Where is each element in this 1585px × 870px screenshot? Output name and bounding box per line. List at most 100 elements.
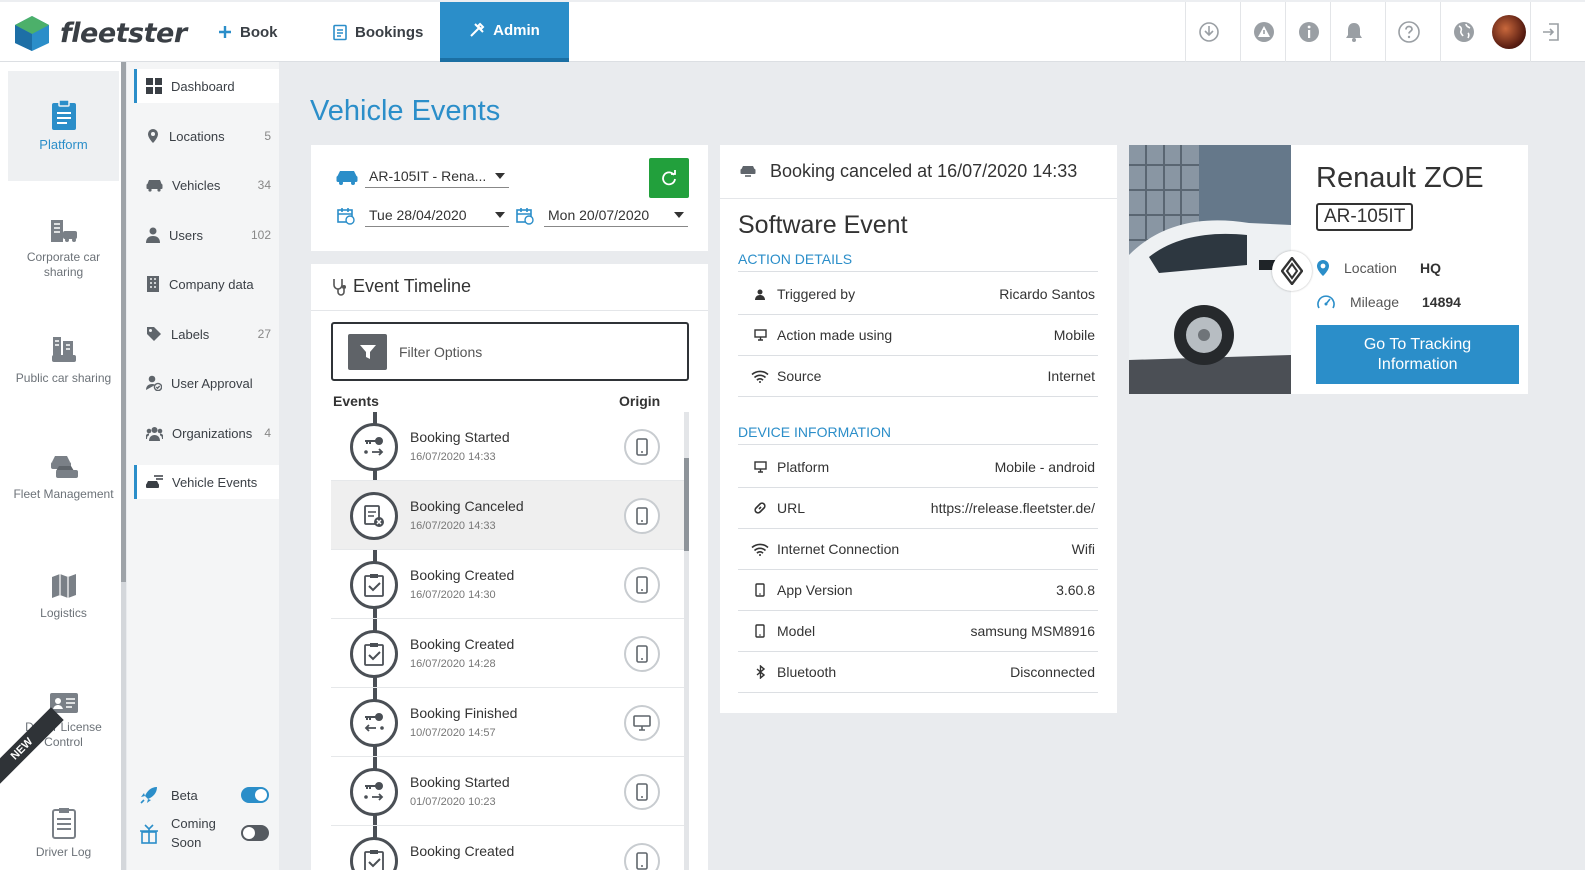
user-icon bbox=[146, 227, 160, 243]
group-icon bbox=[146, 426, 163, 441]
avatar bbox=[1492, 15, 1526, 49]
stethoscope-icon bbox=[333, 278, 346, 296]
download-icon[interactable] bbox=[1185, 2, 1231, 62]
detail-label: Source bbox=[777, 368, 822, 384]
filter-options-label: Filter Options bbox=[399, 343, 483, 360]
filter-options-button[interactable]: Filter Options bbox=[331, 322, 689, 381]
grid-icon bbox=[146, 78, 162, 94]
detail-label: URL bbox=[777, 500, 806, 516]
rail-scrollbar[interactable] bbox=[121, 62, 126, 870]
logout-icon[interactable] bbox=[1530, 2, 1570, 62]
nav-book[interactable]: Book bbox=[218, 2, 278, 62]
submenu-item-vehicle-events[interactable]: Vehicle Events bbox=[134, 465, 279, 499]
nav-bookings-label: Bookings bbox=[355, 23, 424, 41]
date-from-select[interactable]: Tue 28/04/2020 bbox=[365, 203, 509, 227]
fleetster-logo[interactable]: fleetster bbox=[12, 14, 187, 52]
date-to-select[interactable]: Mon 20/07/2020 bbox=[544, 203, 688, 227]
brand-name: fleetster bbox=[60, 17, 187, 49]
avatar-button[interactable] bbox=[1486, 2, 1532, 62]
submenu-item-dashboard[interactable]: Dashboard bbox=[134, 69, 279, 103]
mobile-icon bbox=[624, 567, 660, 603]
info-icon[interactable] bbox=[1285, 2, 1331, 62]
event-row[interactable]: Booking Created bbox=[331, 826, 685, 870]
event-name: Booking Created bbox=[410, 636, 515, 652]
submenu-item-vehicles[interactable]: Vehicles 34 bbox=[134, 168, 279, 202]
timeline-scrollbar[interactable] bbox=[684, 412, 689, 870]
detail-label: Model bbox=[777, 623, 816, 639]
license-plate: AR-105IT bbox=[1316, 203, 1414, 231]
coming-soon-label: Coming Soon bbox=[171, 816, 216, 850]
filter-icon bbox=[348, 333, 387, 370]
nav-book-label: Book bbox=[240, 23, 278, 41]
nav-admin-label: Admin bbox=[493, 21, 540, 39]
detail-value[interactable]: https://release.fleetster.de/ bbox=[931, 500, 1095, 516]
calendar-clock-icon bbox=[337, 208, 355, 225]
event-row[interactable]: Booking Finished 10/07/2020 14:57 bbox=[331, 688, 685, 757]
go-to-tracking-button[interactable]: Go To Tracking Information bbox=[1316, 325, 1519, 384]
timeline-scrollbar-thumb[interactable] bbox=[684, 458, 689, 551]
user-check-icon bbox=[146, 375, 162, 391]
user-icon bbox=[750, 289, 770, 300]
rail-item-driver-log[interactable]: Driver Log bbox=[8, 807, 119, 860]
event-row[interactable]: Booking Started 16/07/2020 14:33 bbox=[331, 412, 685, 481]
rail-item-corporate-car-sharing[interactable]: Corporate car sharing bbox=[8, 218, 119, 280]
car-icon bbox=[146, 180, 163, 192]
event-row[interactable]: Booking Started 01/07/2020 10:23 bbox=[331, 757, 685, 826]
rail-item-logistics[interactable]: Logistics bbox=[8, 572, 119, 621]
tag-icon bbox=[147, 327, 161, 341]
timeline-column-headers: Events Origin bbox=[333, 393, 673, 409]
location-pin-icon bbox=[1317, 260, 1329, 276]
submenu-item-user-approval[interactable]: User Approval bbox=[134, 366, 279, 400]
detail-label: Triggered by bbox=[777, 286, 856, 302]
detail-label: App Version bbox=[777, 582, 853, 598]
clipboard-icon bbox=[51, 99, 76, 130]
submenu-item-locations[interactable]: Locations 5 bbox=[134, 119, 279, 153]
rail-scrollbar-thumb[interactable] bbox=[121, 62, 126, 582]
nav-bookings[interactable]: Bookings bbox=[333, 2, 423, 62]
vehicle-photo bbox=[1129, 145, 1291, 394]
rail-item-platform[interactable]: Platform bbox=[8, 71, 119, 181]
event-time: 16/07/2020 14:30 bbox=[410, 589, 496, 601]
detail-value: Wifi bbox=[1071, 541, 1095, 557]
warning-icon[interactable] bbox=[1240, 2, 1286, 62]
top-bar: fleetster Book Bookings Admin bbox=[0, 0, 1585, 62]
rail-item-fleet-management[interactable]: Fleet Management bbox=[8, 453, 119, 502]
submenu-item-organizations[interactable]: Organizations 4 bbox=[134, 416, 279, 450]
submenu-item-company-data[interactable]: Company data bbox=[134, 267, 279, 301]
nav-admin[interactable]: Admin bbox=[440, 2, 569, 62]
rail-item-public-car-sharing[interactable]: Public car sharing bbox=[8, 335, 119, 386]
rail-label-platform: Platform bbox=[39, 137, 88, 152]
event-row[interactable]: Booking Created 16/07/2020 14:30 bbox=[331, 550, 685, 619]
detail-row-source: Source Internet bbox=[738, 356, 1098, 397]
wifi-icon bbox=[750, 543, 770, 556]
detail-row-triggered-by: Triggered by Ricardo Santos bbox=[738, 274, 1098, 315]
bell-icon[interactable] bbox=[1330, 2, 1376, 62]
beta-toggle[interactable] bbox=[241, 787, 269, 803]
submenu-count: 27 bbox=[257, 327, 271, 341]
divider bbox=[311, 310, 708, 311]
bluetooth-icon bbox=[750, 665, 770, 679]
key-start-icon bbox=[350, 423, 398, 471]
event-detail-card: Booking canceled at 16/07/2020 14:33 Sof… bbox=[720, 145, 1117, 713]
detail-value: Mobile bbox=[1053, 327, 1095, 343]
page-title: Vehicle Events bbox=[310, 95, 501, 127]
vehicle-mileage: Mileage 14894 bbox=[1316, 293, 1461, 311]
event-row[interactable]: Booking Created 16/07/2020 14:28 bbox=[331, 619, 685, 688]
mobile-icon bbox=[624, 636, 660, 672]
detail-value: Mobile - android bbox=[994, 459, 1095, 475]
help-icon[interactable] bbox=[1385, 2, 1431, 62]
device-information-heading: DEVICE INFORMATION bbox=[738, 424, 1098, 445]
module-rail: Platform Corporate car sharing Public ca… bbox=[0, 62, 121, 870]
submenu-item-users[interactable]: Users 102 bbox=[134, 218, 279, 252]
submenu-item-labels[interactable]: Labels 27 bbox=[134, 317, 279, 351]
speedometer-icon bbox=[1317, 295, 1335, 309]
refresh-button[interactable] bbox=[649, 158, 689, 198]
globe-icon[interactable] bbox=[1440, 2, 1486, 62]
chevron-down-icon bbox=[495, 212, 505, 218]
coming-soon-toggle[interactable] bbox=[241, 825, 269, 841]
submenu-label: Dashboard bbox=[171, 78, 235, 94]
action-details-heading: ACTION DETAILS bbox=[738, 251, 1098, 272]
event-row-selected[interactable]: Booking Canceled 16/07/2020 14:33 bbox=[331, 481, 685, 550]
vehicle-select[interactable]: AR-105IT - Rena... bbox=[365, 164, 509, 188]
plus-icon bbox=[219, 26, 231, 38]
